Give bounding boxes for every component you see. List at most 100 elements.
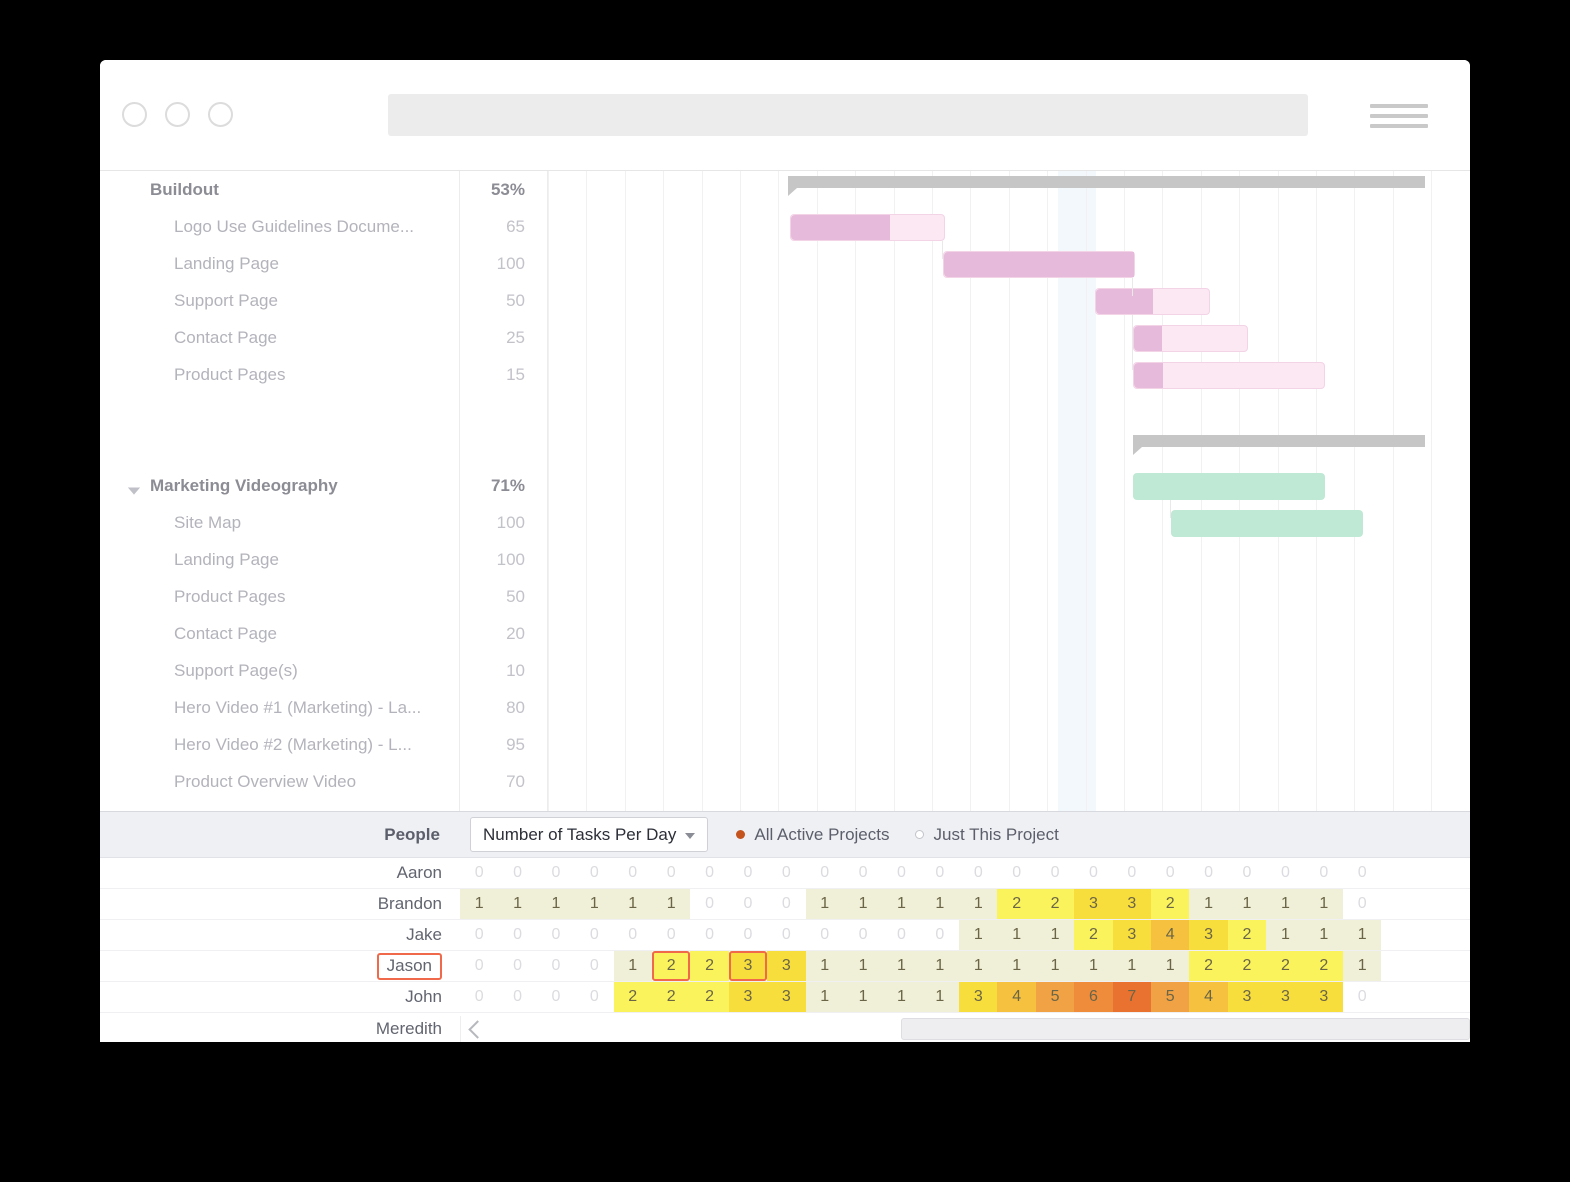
gantt-task-bar[interactable] (790, 214, 945, 241)
workload-cell[interactable]: 1 (882, 951, 920, 981)
workload-cell[interactable]: 3 (1228, 982, 1266, 1012)
gantt-summary-bar[interactable] (1133, 435, 1425, 447)
workload-cell[interactable]: 0 (537, 982, 575, 1012)
workload-cell[interactable]: 2 (997, 889, 1035, 919)
workload-cell[interactable]: 1 (921, 889, 959, 919)
workload-cell[interactable]: 2 (1228, 920, 1266, 950)
person-name[interactable]: Meredith (100, 1019, 460, 1039)
person-name[interactable]: Aaron (100, 858, 460, 888)
workload-cell[interactable]: 0 (959, 858, 997, 888)
workload-cell[interactable]: 3 (729, 951, 767, 981)
person-name[interactable]: John (100, 982, 460, 1012)
gantt-summary-bar[interactable] (788, 176, 1425, 188)
workload-cell[interactable]: 1 (1036, 920, 1074, 950)
workload-cell[interactable]: 0 (460, 920, 498, 950)
gantt-task-row[interactable]: Support Page(s) (100, 652, 459, 689)
workload-cell[interactable]: 2 (690, 982, 728, 1012)
workload-cell[interactable]: 0 (1228, 858, 1266, 888)
workload-cell[interactable]: 0 (844, 920, 882, 950)
workload-cell[interactable]: 6 (1074, 982, 1112, 1012)
workload-cell[interactable]: 0 (1151, 858, 1189, 888)
url-input[interactable] (388, 94, 1308, 136)
workload-cell[interactable]: 0 (1074, 858, 1112, 888)
gantt-task-row[interactable]: Contact Page (100, 615, 459, 652)
person-name[interactable]: Jake (100, 920, 460, 950)
workload-cell[interactable]: 0 (767, 920, 805, 950)
gantt-task-bar[interactable] (1095, 288, 1210, 315)
workload-cell[interactable]: 3 (1266, 982, 1304, 1012)
workload-cell[interactable]: 3 (767, 982, 805, 1012)
workload-cell[interactable]: 1 (1036, 951, 1074, 981)
gantt-task-row[interactable]: Product Overview Video (100, 763, 459, 800)
person-name[interactable]: Jason (100, 951, 460, 981)
gantt-chart[interactable] (548, 171, 1470, 811)
workload-cell[interactable]: 0 (921, 858, 959, 888)
workload-cell[interactable]: 1 (959, 951, 997, 981)
workload-cell[interactable]: 4 (1151, 920, 1189, 950)
gantt-task-row[interactable]: Contact Page (100, 319, 459, 356)
workload-cell[interactable]: 0 (1305, 858, 1343, 888)
gantt-task-row[interactable]: Logo Use Guidelines Docume... (100, 208, 459, 245)
workload-cell[interactable]: 0 (767, 889, 805, 919)
gantt-task-bar[interactable] (1171, 510, 1363, 537)
workload-cell[interactable]: 1 (882, 982, 920, 1012)
close-button[interactable] (122, 102, 147, 127)
gantt-task-bar[interactable] (1133, 362, 1325, 389)
workload-cell[interactable]: 1 (844, 951, 882, 981)
workload-cell[interactable]: 1 (460, 889, 498, 919)
gantt-task-bar[interactable] (943, 251, 1135, 278)
workload-cell[interactable]: 0 (690, 889, 728, 919)
workload-cell[interactable]: 0 (806, 920, 844, 950)
workload-cell[interactable]: 0 (498, 920, 536, 950)
workload-cell[interactable]: 0 (575, 858, 613, 888)
workload-cell[interactable]: 3 (959, 982, 997, 1012)
workload-cell[interactable]: 0 (1343, 982, 1381, 1012)
chevron-left-icon[interactable] (468, 1020, 486, 1038)
workload-cell[interactable]: 4 (1189, 982, 1227, 1012)
workload-cell[interactable]: 1 (575, 889, 613, 919)
workload-cell[interactable]: 0 (498, 951, 536, 981)
workload-cell[interactable]: 0 (997, 858, 1035, 888)
workload-cell[interactable]: 1 (882, 889, 920, 919)
workload-cell[interactable]: 1 (844, 982, 882, 1012)
workload-cell[interactable]: 1 (1343, 951, 1381, 981)
workload-cell[interactable]: 1 (997, 951, 1035, 981)
minimize-button[interactable] (165, 102, 190, 127)
workload-cell[interactable]: 0 (690, 858, 728, 888)
workload-cell[interactable]: 0 (1343, 889, 1381, 919)
workload-cell[interactable]: 0 (537, 951, 575, 981)
workload-cell[interactable]: 1 (1151, 951, 1189, 981)
workload-cell[interactable]: 3 (729, 982, 767, 1012)
workload-cell[interactable]: 0 (460, 982, 498, 1012)
workload-cell[interactable]: 0 (729, 858, 767, 888)
workload-cell[interactable]: 0 (498, 858, 536, 888)
workload-cell[interactable]: 2 (652, 982, 690, 1012)
workload-cell[interactable]: 7 (1113, 982, 1151, 1012)
workload-cell[interactable]: 1 (498, 889, 536, 919)
workload-cell[interactable]: 1 (1343, 920, 1381, 950)
radio-just-this-project[interactable]: Just This Project (915, 825, 1058, 845)
workload-cell[interactable]: 1 (959, 920, 997, 950)
workload-cell[interactable]: 0 (537, 920, 575, 950)
workload-cell[interactable]: 2 (690, 951, 728, 981)
workload-cell[interactable]: 1 (1228, 889, 1266, 919)
workload-cell[interactable]: 5 (1036, 982, 1074, 1012)
workload-cell[interactable]: 0 (767, 858, 805, 888)
gantt-task-row[interactable]: Product Pages (100, 356, 459, 393)
workload-cell[interactable]: 0 (498, 982, 536, 1012)
gantt-task-row[interactable]: Hero Video #1 (Marketing) - La... (100, 689, 459, 726)
scrollbar-thumb[interactable] (901, 1018, 1470, 1040)
workload-cell[interactable]: 2 (614, 982, 652, 1012)
workload-cell[interactable]: 0 (1343, 858, 1381, 888)
workload-cell[interactable]: 1 (806, 951, 844, 981)
workload-cell[interactable]: 3 (1189, 920, 1227, 950)
workload-cell[interactable]: 0 (690, 920, 728, 950)
workload-cell[interactable]: 0 (844, 858, 882, 888)
workload-cell[interactable]: 0 (882, 858, 920, 888)
workload-cell[interactable]: 0 (652, 920, 690, 950)
workload-cell[interactable]: 1 (614, 889, 652, 919)
gantt-task-bar[interactable] (1133, 325, 1248, 352)
workload-cell[interactable]: 0 (614, 920, 652, 950)
gantt-task-row[interactable]: Landing Page (100, 245, 459, 282)
workload-cell[interactable]: 2 (1036, 889, 1074, 919)
